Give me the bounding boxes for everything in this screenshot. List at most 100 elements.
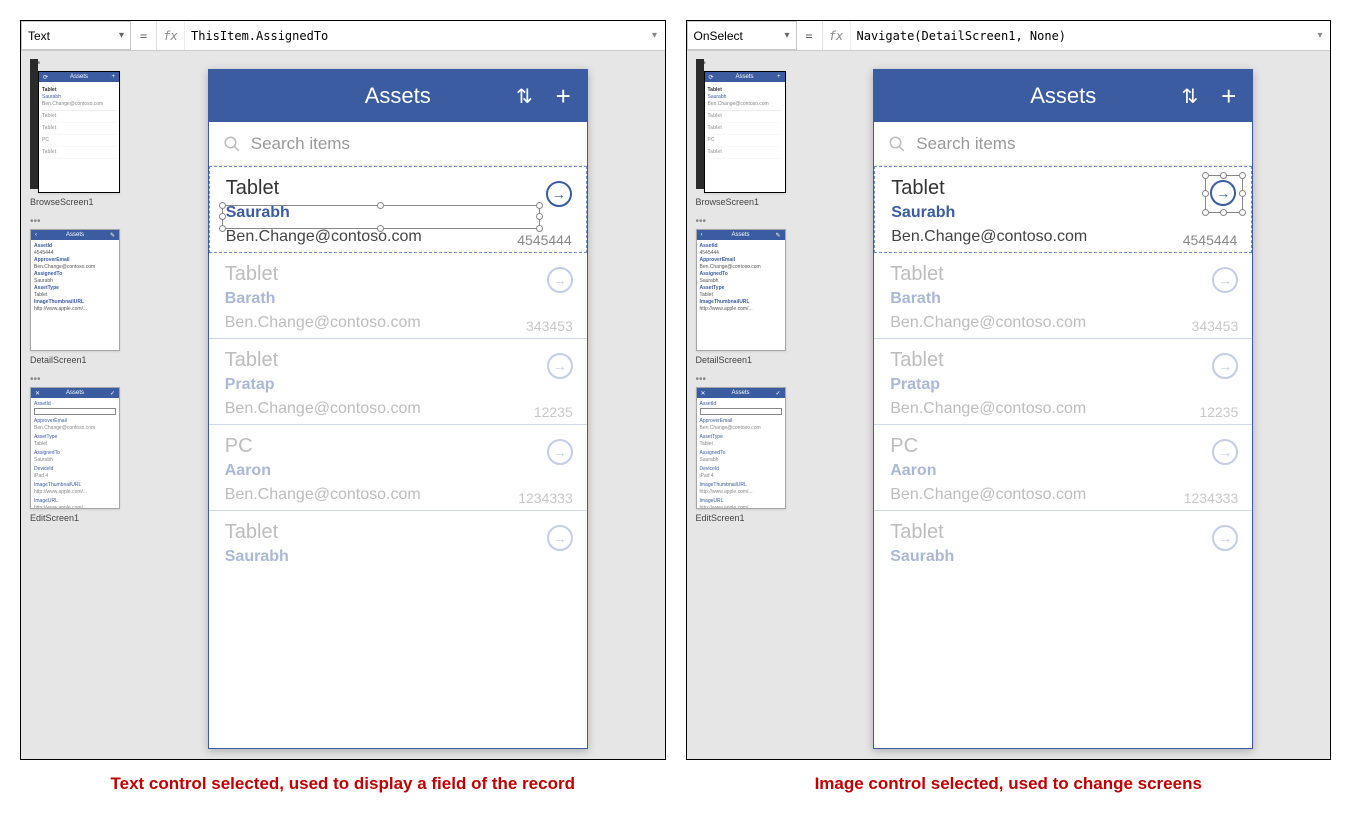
thumb-title: Assets [66, 232, 84, 238]
item-number: 4545444 [517, 232, 572, 248]
list-item[interactable]: Tablet Saurabh → [874, 511, 1252, 572]
back-icon: ‹ [701, 232, 703, 238]
item-email: Ben.Change@contoso.com [225, 400, 571, 418]
item-email: Ben.Change@contoso.com [890, 400, 1236, 418]
property-dropdown[interactable]: Text ▾ [21, 21, 131, 50]
thumb-edit[interactable]: ••• ✕Assets✓ AssetId ApproverEmailBen.Ch… [30, 375, 122, 523]
chevron-down-icon[interactable]: ▾ [645, 21, 665, 50]
close-icon: ✕ [701, 390, 706, 397]
list-item[interactable]: PC Aaron Ben.Change@contoso.com 1234333 … [874, 425, 1252, 511]
formula-input[interactable]: Navigate(DetailScreen1, None) [851, 21, 1311, 50]
arrow-right-icon[interactable]: → [547, 525, 573, 551]
equals-label: = [131, 21, 157, 50]
list-item[interactable]: Tablet Saurabh Ben.Change@contoso.com 45… [209, 166, 587, 253]
list-item[interactable]: Tablet Pratap Ben.Change@contoso.com 122… [874, 339, 1252, 425]
arrow-right-icon[interactable]: → [546, 181, 572, 207]
list-item[interactable]: Tablet Saurabh Ben.Change@contoso.com 45… [874, 166, 1252, 253]
search-input[interactable]: Search items [209, 122, 587, 166]
fx-icon: fx [157, 21, 185, 50]
item-number: 1234333 [518, 490, 573, 506]
thumb-title: Assets [731, 232, 749, 238]
workspace: ••• ⟳ Assets + Tablet Saurabh Ben.Change@con… [687, 51, 1331, 759]
property-dropdown[interactable]: OnSelect ▾ [687, 21, 797, 50]
chevron-down-icon: ▾ [119, 30, 124, 41]
item-title: Tablet [225, 349, 571, 372]
item-number: 1234333 [1184, 490, 1239, 506]
thumb-title: Assets [66, 390, 84, 396]
right-caption: Image control selected, used to change s… [686, 774, 1332, 794]
arrow-right-icon[interactable]: → [547, 439, 573, 465]
item-title: Tablet [890, 263, 1236, 286]
list-item[interactable]: PC Aaron Ben.Change@contoso.com 1234333 … [209, 425, 587, 511]
list-item[interactable]: Tablet Barath Ben.Change@contoso.com 343… [874, 253, 1252, 339]
item-assignee: Saurabh [225, 548, 571, 566]
item-email: Ben.Change@contoso.com [890, 314, 1236, 332]
back-icon: ‹ [35, 232, 37, 238]
thumb-label: BrowseScreen1 [30, 197, 94, 207]
selection-outline [222, 205, 540, 229]
thumb-browse[interactable]: ••• ⟳Assets+ TabletSaurabhBen.Change@con… [696, 59, 788, 207]
thumb-detail[interactable]: ••• ‹Assets✎ AssetId4545444 ApproverEmai… [30, 217, 122, 365]
thumb-title: Assets [735, 74, 753, 80]
left-caption: Text control selected, used to display a… [20, 774, 666, 794]
arrow-right-icon[interactable]: → [547, 267, 573, 293]
item-title: Tablet [225, 263, 571, 286]
item-assignee: Aaron [225, 462, 571, 480]
chevron-down-icon[interactable]: ▾ [1310, 21, 1330, 50]
refresh-icon: ⟳ [709, 74, 714, 81]
item-email: Ben.Change@contoso.com [225, 314, 571, 332]
more-icon[interactable]: ••• [30, 375, 41, 385]
sort-icon[interactable]: ⇅ [1181, 84, 1198, 109]
canvas-area: Assets ⇅ + Search items Tablet Saurabh B… [797, 51, 1331, 759]
formula-text: Navigate(DetailScreen1, None) [857, 29, 1067, 43]
sort-icon[interactable]: ⇅ [516, 84, 533, 109]
workspace: ••• ⟳Assets+ TabletSaurabhBen.Change@con… [21, 51, 665, 759]
item-assignee: Saurabh [891, 204, 1235, 222]
screen-thumbnails: ••• ⟳Assets+ TabletSaurabhBen.Change@con… [21, 51, 131, 759]
add-icon[interactable]: + [556, 81, 571, 112]
item-number: 4545444 [1183, 232, 1238, 248]
thumb-label: DetailScreen1 [696, 355, 753, 365]
more-icon[interactable]: ••• [696, 375, 707, 385]
list-item[interactable]: Tablet Barath Ben.Change@contoso.com 343… [209, 253, 587, 339]
item-title: Tablet [225, 521, 571, 544]
thumb-browse[interactable]: ••• ⟳Assets+ TabletSaurabhBen.Change@con… [30, 59, 122, 207]
search-placeholder: Search items [916, 134, 1015, 154]
gallery: Tablet Saurabh Ben.Change@contoso.com 45… [874, 166, 1252, 748]
list-item[interactable]: Tablet Pratap Ben.Change@contoso.com 122… [209, 339, 587, 425]
item-assignee: Pratap [225, 376, 571, 394]
comparison-pair: Text ▾ = fx ThisItem.AssignedTo ▾ ••• ⟳ A… [20, 20, 1331, 760]
list-item[interactable]: Tablet Saurabh → [209, 511, 587, 572]
item-title: PC [890, 435, 1236, 458]
screen-thumbnails: ••• ⟳Assets+ TabletSaurabhBen.Change@con… [687, 51, 797, 759]
thumb-label: EditScreen1 [30, 513, 79, 523]
more-icon[interactable]: ••• [696, 217, 707, 227]
property-label: Text [28, 29, 50, 43]
arrow-right-icon[interactable]: → [1210, 180, 1236, 206]
thumb-edit[interactable]: ••• ✕Assets✓ AssetId ApproverEmailBen.Ch… [696, 375, 788, 523]
canvas-area: Assets ⇅ + Search items Tablet Saurabh B… [131, 51, 665, 759]
close-icon: ✕ [35, 390, 40, 397]
selection-strip [30, 59, 38, 189]
add-icon[interactable]: + [1221, 81, 1236, 112]
thumb-label: EditScreen1 [696, 513, 745, 523]
search-icon [888, 135, 906, 153]
item-assignee: Pratap [890, 376, 1236, 394]
item-title: Tablet [890, 349, 1236, 372]
search-placeholder: Search items [251, 134, 350, 154]
search-input[interactable]: Search items [874, 122, 1252, 166]
edit-field [700, 408, 782, 415]
thumb-title: Assets [731, 390, 749, 396]
thumb-label: BrowseScreen1 [696, 197, 760, 207]
more-icon[interactable]: ••• [30, 217, 41, 227]
search-icon [223, 135, 241, 153]
selection-outline: → [1205, 175, 1243, 213]
arrow-right-icon[interactable]: → [547, 353, 573, 379]
item-number: 343453 [1192, 318, 1239, 334]
item-number: 343453 [526, 318, 573, 334]
property-label: OnSelect [694, 29, 743, 43]
formula-text: ThisItem.AssignedTo [191, 29, 328, 43]
formula-input[interactable]: ThisItem.AssignedTo [185, 21, 645, 50]
thumb-detail[interactable]: ••• ‹Assets✎ AssetId4545444 ApproverEmai… [696, 217, 788, 365]
app-header: Assets ⇅ + [874, 70, 1252, 122]
